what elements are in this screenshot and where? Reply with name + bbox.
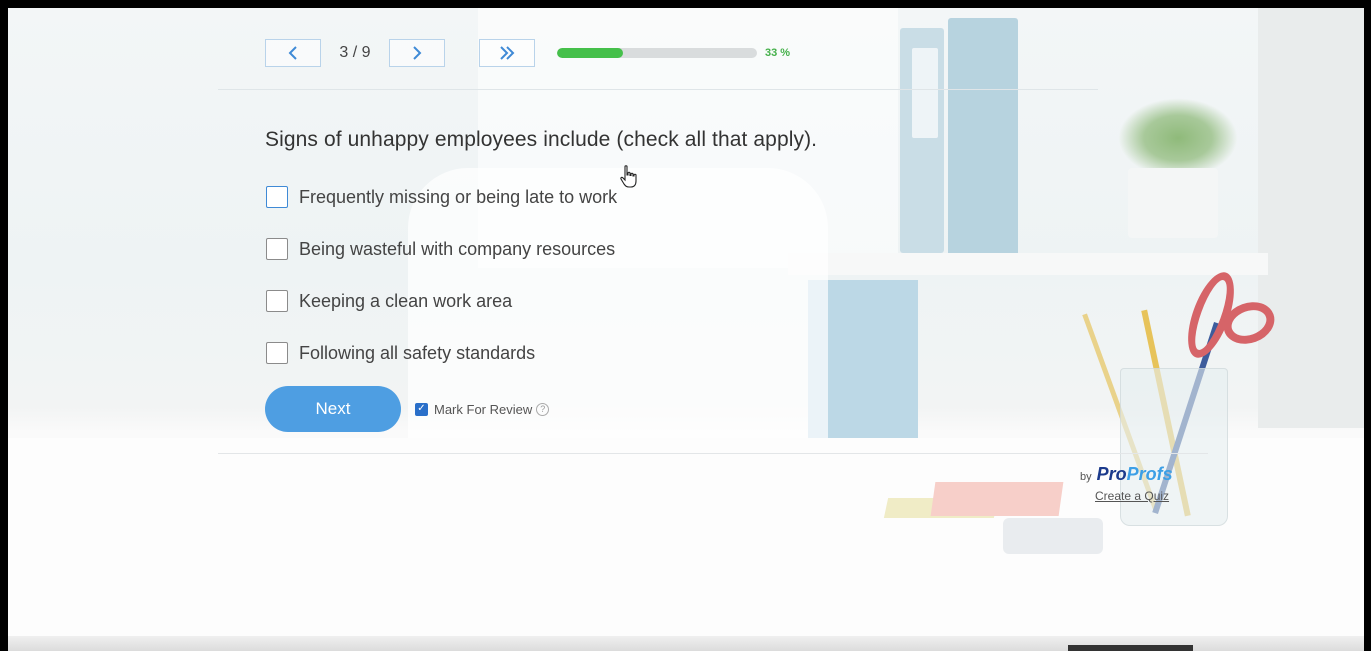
question-actions: Next ✓ Mark For Review ? xyxy=(265,386,550,432)
progress-label: 33 % xyxy=(765,47,791,59)
create-quiz-link[interactable]: Create a Quiz xyxy=(1095,489,1169,503)
option-label: Being wasteful with company resources xyxy=(299,238,616,259)
chevron-right-icon xyxy=(413,46,422,60)
option-label: Following all safety standards xyxy=(299,342,536,363)
background-shadow xyxy=(1068,645,1193,651)
option-checkbox[interactable] xyxy=(266,290,288,312)
review-checkbox[interactable]: ✓ xyxy=(415,402,428,416)
previous-question-button[interactable] xyxy=(265,39,321,67)
option-label: Keeping a clean work area xyxy=(299,290,513,311)
background-plant-pot xyxy=(1128,168,1218,238)
answer-option[interactable]: Being wasteful with company resources xyxy=(266,223,617,275)
background-wall xyxy=(1258,8,1364,428)
chevron-left-icon xyxy=(288,46,297,60)
progress-indicator: 33 % xyxy=(557,47,790,59)
progress-bar xyxy=(557,48,757,58)
answer-options: Frequently missing or being late to work… xyxy=(266,171,617,379)
answer-option[interactable]: Keeping a clean work area xyxy=(266,275,617,327)
mark-for-review[interactable]: ✓ Mark For Review ? xyxy=(415,401,550,417)
bottom-divider xyxy=(218,453,1208,454)
progress-bar-fill xyxy=(557,48,623,58)
top-divider xyxy=(218,89,1098,90)
background-shelf xyxy=(788,253,1268,275)
proprofs-logo[interactable]: by Pro Profs xyxy=(1080,464,1173,485)
question-counter: 3 / 9 xyxy=(339,44,371,61)
next-button[interactable]: Next xyxy=(265,386,401,432)
background-binder-label xyxy=(912,48,938,138)
answer-option[interactable]: Frequently missing or being late to work xyxy=(266,171,617,223)
quiz-frame: 3 / 9 33 % Signs of unhappy employees in… xyxy=(8,8,1364,651)
review-label: Mark For Review xyxy=(434,401,533,417)
option-label: Frequently missing or being late to work xyxy=(299,186,618,207)
double-chevron-right-icon xyxy=(500,46,515,60)
background-sticky-notes xyxy=(930,482,1064,516)
background-plant xyxy=(1118,98,1238,178)
background-binder xyxy=(948,18,1018,258)
question-text: Signs of unhappy employees include (chec… xyxy=(265,128,818,151)
brand-name-profs: Profs xyxy=(1126,464,1173,484)
brand-by-label: by xyxy=(1080,471,1092,483)
option-checkbox[interactable] xyxy=(266,186,288,208)
next-question-button[interactable] xyxy=(389,39,445,67)
question-circle-icon[interactable]: ? xyxy=(536,402,550,416)
option-checkbox[interactable] xyxy=(266,238,288,260)
option-checkbox[interactable] xyxy=(266,342,288,364)
background-paperclips xyxy=(1003,518,1103,554)
brand-name-pro: Pro xyxy=(1096,464,1127,484)
answer-option[interactable]: Following all safety standards xyxy=(266,327,617,379)
last-question-button[interactable] xyxy=(479,39,535,67)
hand-pointer-icon xyxy=(620,165,637,188)
question-navigation: 3 / 9 33 % xyxy=(265,38,790,68)
